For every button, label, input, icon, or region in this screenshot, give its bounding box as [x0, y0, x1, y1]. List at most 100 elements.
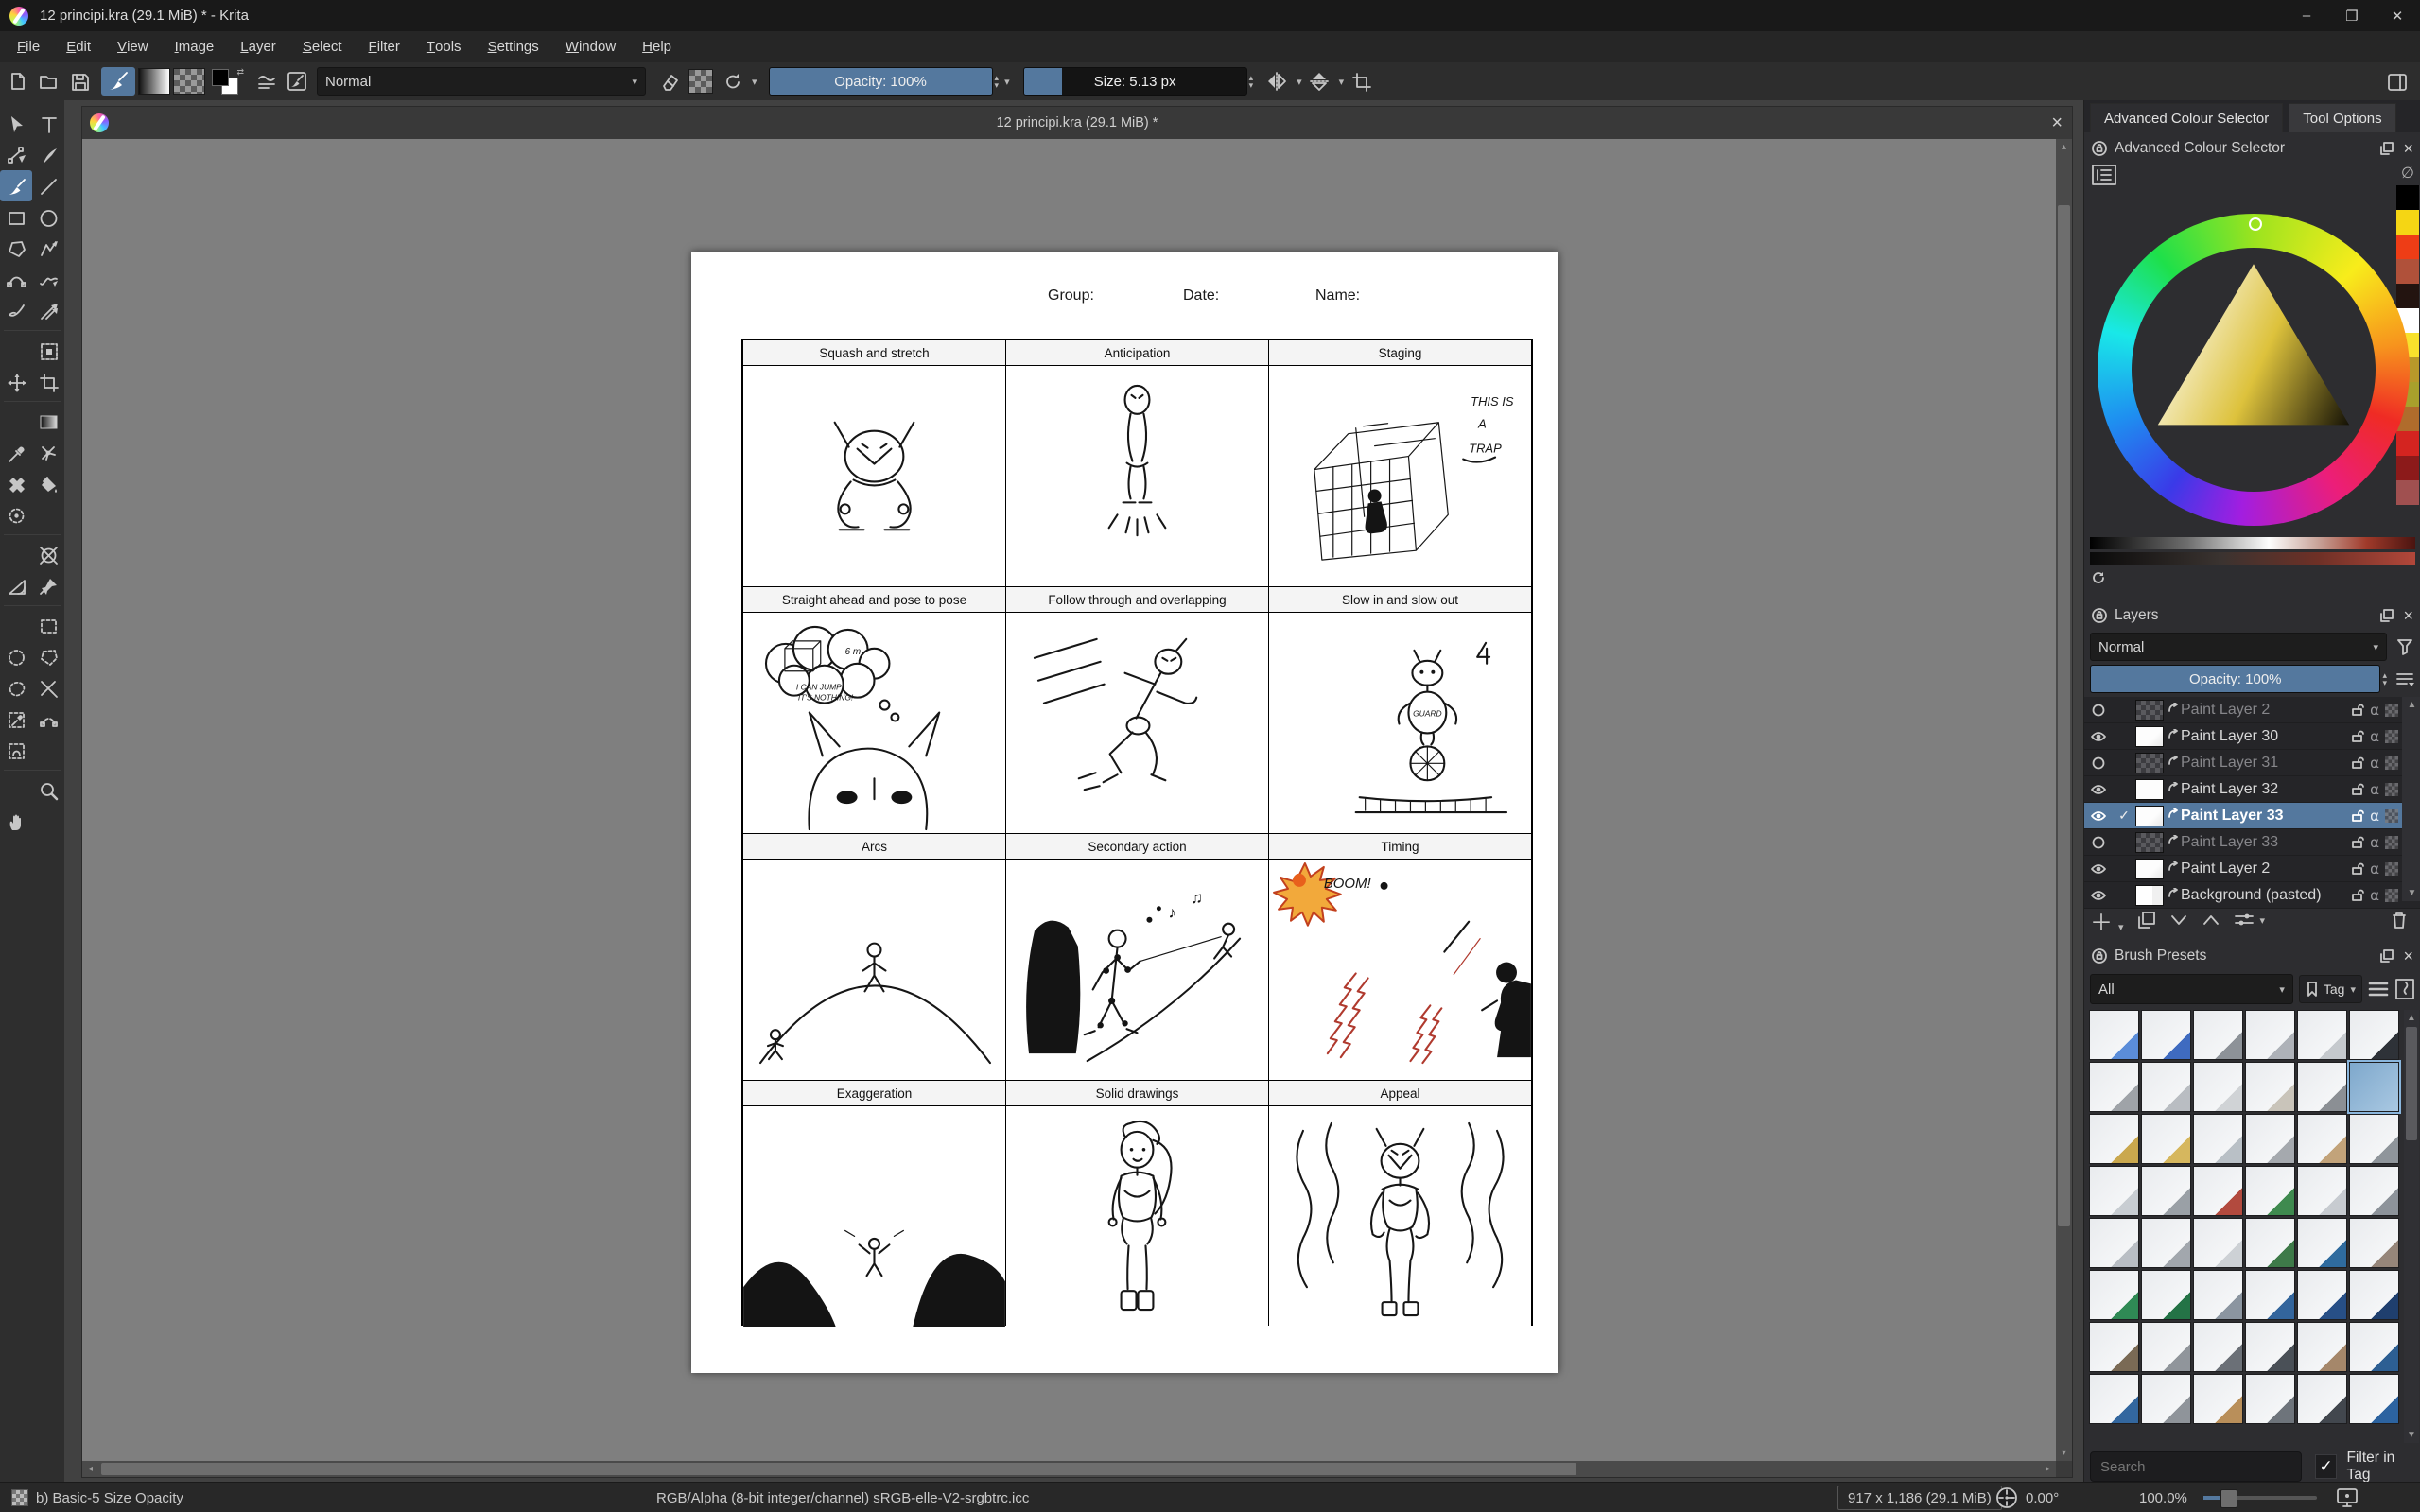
color-history-swatch[interactable] — [2396, 480, 2419, 505]
menu-help[interactable]: Help — [629, 31, 685, 62]
scroll-right-icon[interactable]: ▸ — [2040, 1461, 2056, 1477]
document-close-icon[interactable]: × — [2051, 113, 2063, 134]
tool-reference-images[interactable] — [32, 570, 64, 601]
color-history-swatch[interactable] — [2396, 185, 2419, 210]
color-history-swatch[interactable] — [2396, 431, 2419, 456]
brush-preset-tile[interactable] — [2245, 1270, 2295, 1320]
tab-advanced-colour-selector[interactable]: Advanced Colour Selector — [2090, 103, 2283, 132]
reload-dropdown-caret[interactable]: ▾ — [752, 76, 757, 88]
brush-preset-tile[interactable] — [2297, 1062, 2347, 1112]
tool-measure[interactable] — [0, 570, 32, 601]
brush-preset-tile[interactable] — [2349, 1062, 2399, 1112]
lock-icon[interactable] — [2092, 948, 2107, 964]
list-view-icon[interactable] — [2368, 981, 2389, 998]
layer-lock-icon[interactable] — [2351, 862, 2364, 876]
tool-polyline[interactable] — [32, 233, 64, 264]
tool-zoom[interactable] — [32, 774, 64, 806]
save-icon[interactable] — [65, 67, 94, 96]
tool-ellipse[interactable] — [32, 201, 64, 233]
lock-icon[interactable] — [2092, 141, 2107, 156]
menu-edit[interactable]: Edit — [53, 31, 104, 62]
inherit-alpha-icon[interactable] — [2385, 783, 2398, 796]
brush-preset-tile[interactable] — [2245, 1166, 2295, 1216]
mirror-v-caret[interactable]: ▾ — [1339, 76, 1345, 88]
preserve-alpha-icon[interactable] — [687, 67, 715, 96]
tool-similar-select[interactable] — [32, 672, 64, 704]
brush-preset-tile[interactable] — [2349, 1270, 2399, 1320]
tool-color-sampler[interactable] — [0, 437, 32, 468]
scroll-down-icon[interactable]: ▼ — [2404, 885, 2420, 901]
reload-preset-icon[interactable] — [718, 67, 746, 96]
tool-enclose-fill[interactable] — [0, 499, 32, 530]
tool-dynamic-brush[interactable] — [0, 295, 32, 326]
brush-preset-tile[interactable] — [2193, 1322, 2243, 1372]
menu-file[interactable]: File — [4, 31, 53, 62]
brush-preset-tile[interactable] — [2141, 1010, 2191, 1060]
layer-properties-button[interactable]: ▾ — [2234, 912, 2266, 928]
brush-preset-tile[interactable] — [2089, 1270, 2139, 1320]
delete-layer-button[interactable] — [2391, 911, 2408, 930]
brush-preset-tile[interactable] — [2245, 1322, 2295, 1372]
layer-alpha-icon[interactable]: α — [2370, 702, 2379, 719]
scroll-up-icon[interactable]: ▲ — [2404, 1010, 2419, 1026]
new-document-icon[interactable] — [3, 67, 31, 96]
layer-lock-icon[interactable] — [2351, 730, 2364, 743]
brush-preset-tile[interactable] — [2193, 1010, 2243, 1060]
menu-filter[interactable]: Filter — [356, 31, 413, 62]
filter-in-tag-checkbox[interactable]: ✓ — [2315, 1454, 2338, 1479]
layer-row[interactable]: Paint Layer 32 α — [2084, 776, 2420, 803]
tool-polygon-select[interactable] — [32, 641, 64, 672]
brush-preset-tile[interactable] — [2349, 1322, 2399, 1372]
tool-edit-shapes[interactable] — [0, 139, 32, 170]
tool-freehand-path[interactable] — [32, 264, 64, 295]
fg-bg-color-swatch[interactable]: ⇄ — [208, 67, 244, 96]
shade-refresh-icon[interactable] — [2092, 571, 2105, 588]
zoom-slider[interactable] — [2203, 1496, 2317, 1500]
visibility-toggle-icon[interactable] — [2084, 756, 2113, 770]
tag-button[interactable]: Tag▾ — [2299, 975, 2362, 1003]
brush-preset-tile[interactable] — [2141, 1270, 2191, 1320]
brush-preset-tile[interactable] — [2297, 1166, 2347, 1216]
menu-select[interactable]: Select — [289, 31, 356, 62]
color-history-swatch[interactable] — [2396, 235, 2419, 259]
color-history-swatch[interactable] — [2396, 456, 2419, 480]
close-docker-icon[interactable]: × — [2403, 139, 2413, 159]
vertical-scroll-thumb[interactable] — [2058, 205, 2070, 1226]
tool-contiguous-select[interactable] — [0, 704, 32, 735]
mirror-horizontal-icon[interactable] — [1262, 67, 1291, 96]
layer-blend-mode-dropdown[interactable]: Normal▾ — [2090, 633, 2387, 661]
menu-layer[interactable]: Layer — [227, 31, 289, 62]
brush-preset-tile[interactable] — [2089, 1374, 2139, 1424]
layer-row[interactable]: Paint Layer 2 α — [2084, 856, 2420, 882]
brush-preset-tile[interactable] — [2193, 1270, 2243, 1320]
pattern-swatch[interactable] — [173, 67, 205, 96]
tool-freehand-brush[interactable] — [0, 170, 32, 201]
no-color-swatch[interactable]: ∅ — [2396, 161, 2419, 185]
tool-freehand-select[interactable] — [0, 672, 32, 704]
scroll-up-icon[interactable]: ▲ — [2404, 697, 2420, 713]
tool-move[interactable] — [0, 366, 32, 397]
add-layer-button[interactable]: ＋▾ — [2090, 904, 2124, 937]
menu-image[interactable]: Image — [162, 31, 228, 62]
shade-selector-strip-2[interactable] — [2090, 552, 2415, 565]
visibility-toggle-icon[interactable] — [2084, 704, 2113, 717]
brush-preset-tile[interactable] — [2141, 1322, 2191, 1372]
menu-view[interactable]: View — [104, 31, 162, 62]
inherit-alpha-icon[interactable] — [2385, 730, 2398, 743]
brush-preset-tile[interactable] — [2141, 1062, 2191, 1112]
shade-selector-strip-1[interactable] — [2090, 537, 2415, 549]
layer-alpha-icon[interactable]: α — [2370, 887, 2379, 904]
mirror-vertical-icon[interactable] — [1305, 67, 1333, 96]
float-docker-icon[interactable] — [2380, 142, 2394, 155]
duplicate-layer-button[interactable] — [2137, 911, 2156, 930]
scroll-down-icon[interactable]: ▼ — [2404, 1427, 2419, 1443]
layer-opacity-slider[interactable]: Opacity: 100% — [2090, 665, 2380, 693]
tool-pan[interactable] — [0, 806, 32, 837]
canvas-angle-value[interactable]: 0.00° — [2026, 1483, 2059, 1512]
maximize-button[interactable]: ❐ — [2329, 0, 2375, 31]
fit-to-screen-icon[interactable] — [2336, 1483, 2359, 1512]
brush-preset-tile[interactable] — [2349, 1166, 2399, 1216]
move-layer-up-button[interactable] — [2202, 913, 2220, 927]
brush-preset-tile[interactable] — [2245, 1374, 2295, 1424]
preset-filter-dropdown[interactable]: All▾ — [2090, 974, 2293, 1004]
